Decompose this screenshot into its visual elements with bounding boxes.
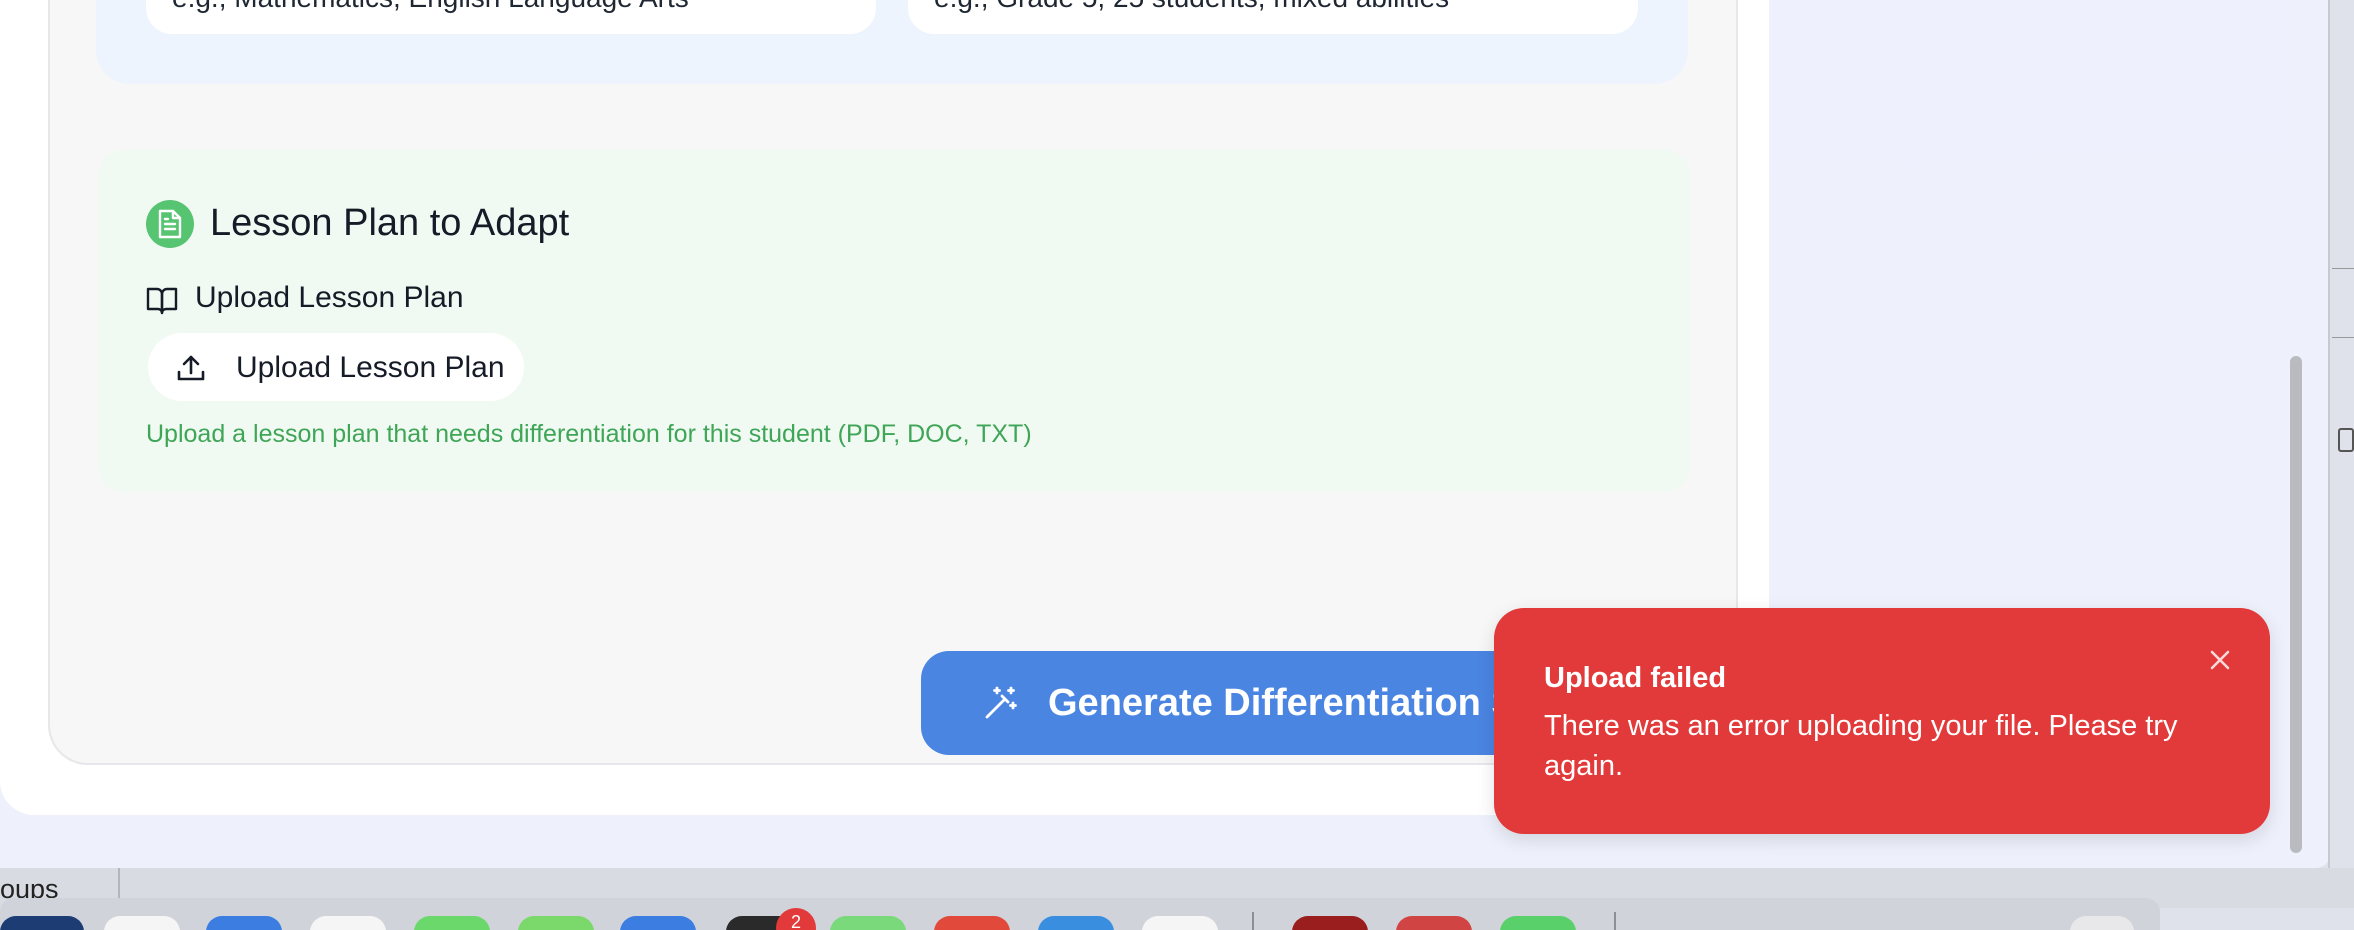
lesson-section-title: Lesson Plan to Adapt [210,202,570,244]
subject-input-placeholder: e.g., Mathematics, English Language Arts [172,0,850,12]
dock-app-icon[interactable] [518,916,594,930]
background-window-control [2338,428,2354,452]
dock-app-icon[interactable] [1396,916,1472,930]
dock-divider [1614,912,1616,930]
toast-title: Upload failed [1544,662,1727,694]
dock-divider [1252,912,1254,930]
upload-icon [177,355,205,381]
screen: e.g., Mathematics, English Language Arts… [0,0,2354,930]
dock-app-icon[interactable] [620,916,696,930]
dock-app-icon[interactable] [310,916,386,930]
open-book-icon [146,287,178,315]
toast-message: There was an error uploading your file. … [1544,710,2178,782]
dock-app-icon[interactable] [0,916,84,930]
dock-app-icon[interactable] [1038,916,1114,930]
lesson-upload-help-text: Upload a lesson plan that needs differen… [146,420,1032,448]
background-window-fragment [2332,268,2354,338]
dock-app-icon[interactable] [934,916,1010,930]
document-icon [146,200,194,248]
magic-wand-icon [985,686,1017,719]
upload-lesson-plan-button[interactable]: Upload Lesson Plan [148,333,524,401]
class-details-input[interactable]: e.g., Grade 5, 25 students, mixed abilit… [908,0,1638,34]
dock-app-icon[interactable] [104,916,180,930]
class-details-input-placeholder: e.g., Grade 5, 25 students, mixed abilit… [934,0,1612,12]
error-toast: Upload failed There was an error uploadi… [1494,608,2270,834]
upload-button-label: Upload Lesson Plan [236,351,505,384]
trash-icon[interactable] [2070,916,2134,930]
window-edge [2328,0,2330,868]
dock-app-icon[interactable] [206,916,282,930]
dock-app-icon[interactable] [1142,916,1218,930]
upload-lesson-plan-label: Upload Lesson Plan [195,281,464,314]
close-icon[interactable] [2206,646,2234,674]
scrollbar-thumb[interactable] [2290,356,2302,853]
dock-app-icon[interactable] [414,916,490,930]
dock-app-icon[interactable] [1292,916,1368,930]
dock-app-icon[interactable] [830,916,906,930]
dock-app-icon[interactable] [1500,916,1576,930]
class-context-section: e.g., Mathematics, English Language Arts… [96,0,1688,84]
subject-input[interactable]: e.g., Mathematics, English Language Arts [146,0,876,34]
